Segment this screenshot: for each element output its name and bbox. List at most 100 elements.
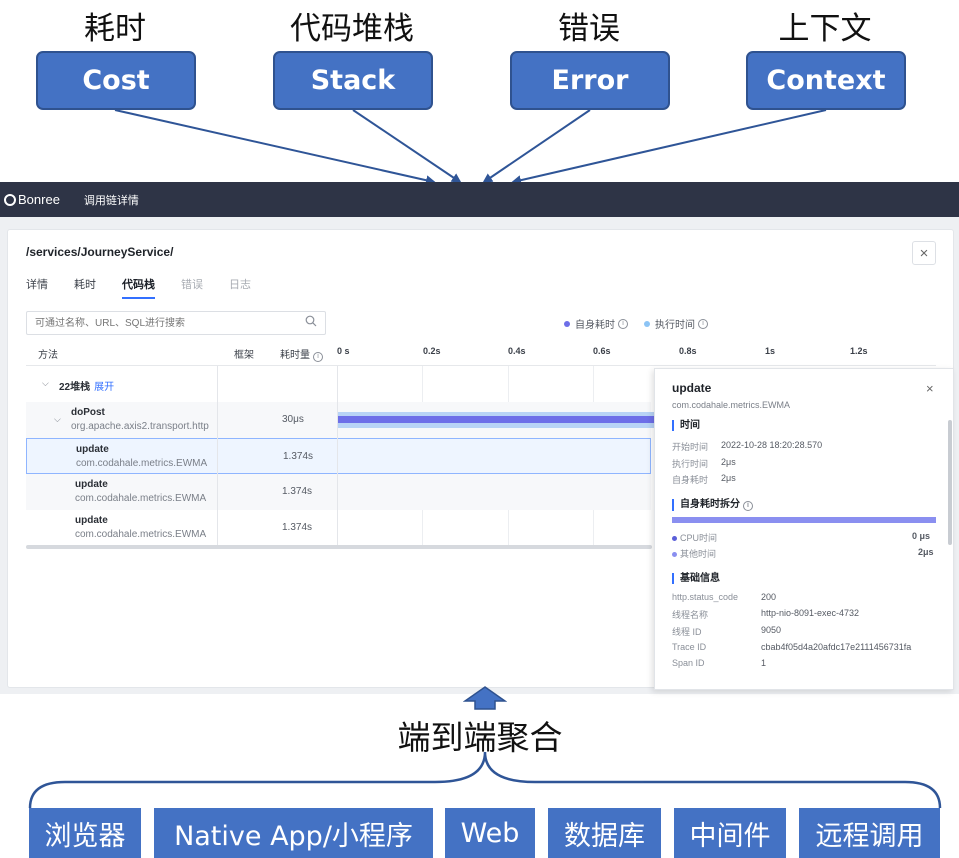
table-row[interactable]: update com.codahale.metrics.EWMA 1.374s <box>26 474 651 510</box>
tab-code-stack[interactable]: 代码栈 <box>122 276 155 299</box>
concept-box-error: Error <box>510 51 670 110</box>
popover-scrollbar[interactable] <box>948 420 952 545</box>
tick-label: 0 s <box>337 346 350 356</box>
other-dot-icon <box>672 552 677 557</box>
concept-caption-error: 错误 <box>558 11 620 47</box>
source-database: 数据库 <box>548 808 661 858</box>
detail-title: update <box>672 381 712 395</box>
search-input[interactable] <box>26 311 326 335</box>
field-key: 线程 ID <box>672 627 702 637</box>
source-browser: 浏览器 <box>29 808 141 858</box>
concept-caption-context: 上下文 <box>778 11 872 47</box>
arrow-stack <box>352 109 462 184</box>
field-key: Trace ID <box>672 642 707 652</box>
legend-self-time: 自身耗时 i <box>564 316 628 331</box>
section-self-split: 自身耗时拆分 i <box>672 499 753 511</box>
self-time-bar[interactable] <box>338 416 654 423</box>
source-web: Web <box>445 808 535 858</box>
logo-mark-icon <box>4 193 16 206</box>
horizontal-scrollbar[interactable] <box>26 545 652 549</box>
legend-exec-dot-icon <box>644 320 650 327</box>
arrow-error <box>482 109 591 184</box>
source-bracket <box>28 751 942 809</box>
close-icon: × <box>919 244 929 262</box>
field-value: 9050 <box>761 625 782 635</box>
tick-label: 0.4s <box>508 346 526 356</box>
info-icon[interactable]: i <box>698 318 708 329</box>
trace-title: /services/JourneyService/ <box>26 245 174 259</box>
field-value: 200 <box>761 592 777 602</box>
table-header: 方法 框架 耗时量 i 0 s 0.2s 0.4s 0.6s 0.8s 1s 1.… <box>26 342 936 366</box>
field-key: Span ID <box>672 658 705 668</box>
arrow-cost <box>114 109 436 186</box>
column-framework: 框架 <box>234 350 254 361</box>
trace-tabs: 详情 耗时 代码栈 错误 日志 <box>26 276 251 299</box>
timeline-separator <box>337 366 338 546</box>
split-cpu-value: 0 μs <box>912 531 931 541</box>
section-time: 时间 <box>672 420 700 431</box>
method-name: update <box>76 444 109 455</box>
field-key: http.status_code <box>672 592 739 602</box>
legend-self-dot-icon <box>564 320 570 327</box>
cpu-dot-icon <box>672 536 677 541</box>
legend-exec-time: 执行时间 i <box>644 316 708 331</box>
method-class: com.codahale.metrics.EWMA <box>76 458 208 469</box>
panel-close-button[interactable]: × <box>912 241 936 265</box>
concept-box-stack: Stack <box>273 51 433 110</box>
info-icon[interactable]: i <box>618 318 628 329</box>
method-name: doPost <box>71 407 105 418</box>
tick-label: 0.6s <box>593 346 611 356</box>
concept-caption-stack: 代码堆栈 <box>290 11 414 47</box>
tab-cost[interactable]: 耗时 <box>74 276 96 299</box>
tab-log[interactable]: 日志 <box>229 276 251 299</box>
logo-text: Bonree <box>18 192 60 207</box>
column-separator <box>217 366 218 546</box>
info-icon[interactable]: i <box>313 352 323 362</box>
up-arrow-icon <box>463 686 507 710</box>
group-label: 22堆栈 展开 <box>59 382 115 393</box>
timeline-legend: 自身耗时 i 执行时间 i <box>564 316 724 331</box>
section-basic-info: 基础信息 <box>672 573 720 584</box>
split-cpu-time: CPU时间 <box>672 531 717 544</box>
app-bar: Bonree 调用链详情 <box>0 182 959 217</box>
source-remote-call: 远程调用 <box>799 808 940 858</box>
field-value: 1 <box>761 658 767 668</box>
search-icon[interactable] <box>305 315 317 327</box>
field-key: 自身耗时 <box>672 475 709 485</box>
table-row-selected[interactable]: update com.codahale.metrics.EWMA 1.374s <box>26 438 651 474</box>
field-key: 开始时间 <box>672 442 709 452</box>
method-duration: 1.374s <box>282 486 313 497</box>
tab-error[interactable]: 错误 <box>181 276 203 299</box>
concept-box-context: Context <box>746 51 906 110</box>
detail-close-button[interactable]: × <box>926 381 934 396</box>
method-class: com.codahale.metrics.EWMA <box>75 493 207 504</box>
close-icon: × <box>926 381 934 396</box>
tree-group-row[interactable]: ⌵ 22堆栈 展开 <box>26 366 651 402</box>
expand-link[interactable]: 展开 <box>94 382 114 393</box>
app-page-title: 调用链详情 <box>83 194 139 207</box>
split-other-time: 其他时间 <box>672 547 716 560</box>
tick-label: 0.2s <box>423 346 441 356</box>
info-icon[interactable]: i <box>743 501 753 511</box>
arrow-context <box>511 109 827 186</box>
field-key: 执行时间 <box>672 459 709 469</box>
split-other-value: 2μs <box>918 547 934 557</box>
field-value: 2μs <box>721 457 736 467</box>
column-method: 方法 <box>38 350 58 361</box>
source-native-app: Native App/小程序 <box>154 808 433 858</box>
split-bar-fill <box>672 517 936 523</box>
method-class: org.apache.axis2.transport.http <box>71 421 209 432</box>
tick-label: 1.2s <box>850 346 868 356</box>
app-logo[interactable]: Bonree <box>4 192 60 207</box>
field-value: http-nio-8091-exec-4732 <box>761 608 860 618</box>
table-row[interactable]: update com.codahale.metrics.EWMA 1.374s <box>26 510 651 546</box>
field-key: 线程名称 <box>672 610 709 620</box>
chevron-down-icon[interactable]: ⌵ <box>42 378 49 389</box>
method-name: update <box>75 515 108 526</box>
field-value: cbab4f05d4a20afdc17e2111456731fa <box>761 642 912 652</box>
tick-label: 0.8s <box>679 346 697 356</box>
chevron-down-icon[interactable]: ⌵ <box>54 414 61 425</box>
column-self-time: 耗时量 i <box>280 346 323 362</box>
detail-subtitle: com.codahale.metrics.EWMA <box>672 400 791 410</box>
tab-detail[interactable]: 详情 <box>26 276 48 299</box>
